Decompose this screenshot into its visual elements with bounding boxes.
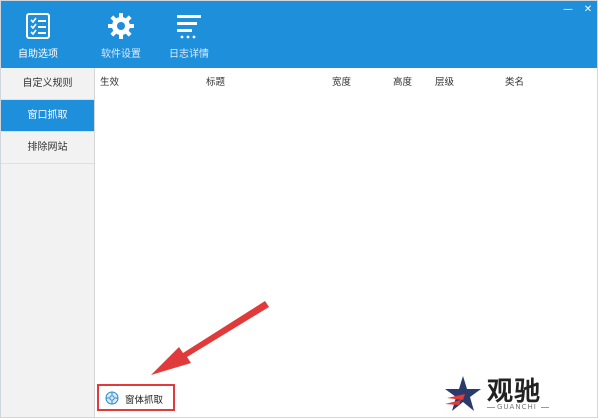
top-toolbar: 自助选项 软件设置 日志详情 — ✕: [1, 1, 597, 68]
sidebar: 自定义规则 窗口抓取 排除网站: [1, 68, 95, 417]
app-window: 自助选项 软件设置 日志详情 — ✕ 自定义规则 窗口抓取 排除网站 生效 标题…: [0, 0, 598, 418]
table-header: 生效 标题 宽度 高度 层级 类名: [96, 68, 597, 92]
sidebar-item-window-capture[interactable]: 窗口抓取: [1, 100, 94, 132]
watermark-subtext: GUANCHI: [497, 403, 537, 411]
sidebar-item-exclude-sites[interactable]: 排除网站: [1, 132, 94, 164]
toolbar-software-settings[interactable]: 软件设置: [90, 13, 152, 65]
close-button[interactable]: ✕: [581, 4, 595, 16]
gear-icon: [108, 13, 134, 39]
window-capture-button[interactable]: 窗体抓取: [97, 384, 175, 411]
toolbar-log-details[interactable]: 日志详情: [158, 13, 220, 65]
watermark-divider: [541, 407, 549, 408]
column-header-enabled[interactable]: 生效: [100, 74, 119, 88]
toolbar-label: 软件设置: [101, 49, 141, 60]
star-logo-icon: [445, 376, 481, 411]
column-header-height[interactable]: 高度: [393, 74, 412, 88]
column-header-title[interactable]: 标题: [206, 74, 225, 88]
column-header-level[interactable]: 层级: [435, 74, 454, 88]
toolbar-self-help-options[interactable]: 自助选项: [7, 13, 69, 65]
column-header-class-name[interactable]: 类名: [505, 74, 524, 88]
minimize-button[interactable]: —: [561, 4, 575, 16]
sidebar-item-custom-rules[interactable]: 自定义规则: [1, 68, 94, 100]
toolbar-label: 自助选项: [18, 49, 58, 60]
window-capture-label: 窗体抓取: [125, 395, 164, 406]
toolbar-label: 日志详情: [169, 49, 209, 60]
log-lines-icon: [177, 15, 201, 39]
crosshair-icon: [105, 391, 119, 405]
watermark-divider: [487, 407, 495, 408]
watermark: 观驰 GUANCHI: [399, 368, 597, 417]
checklist-icon: [26, 13, 50, 39]
window-list: 生效 标题 宽度 高度 层级 类名: [96, 68, 597, 417]
column-header-width[interactable]: 宽度: [332, 74, 351, 88]
